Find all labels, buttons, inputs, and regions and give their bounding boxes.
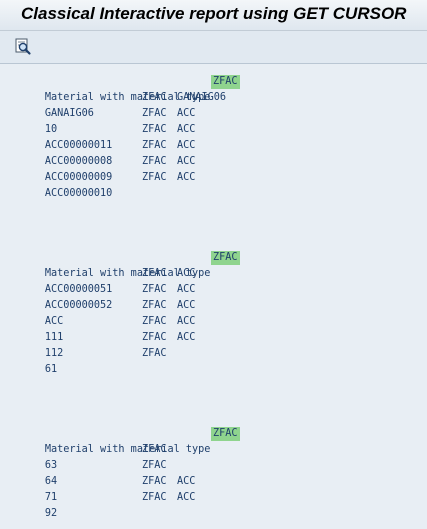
material-type: ZFAC (142, 92, 167, 103)
list-row[interactable]: 61 ZFAC (8, 346, 167, 375)
material-number: 92 (44, 508, 58, 519)
material-extra: ACC (177, 332, 196, 343)
block-header: Material with material type ZFAC (8, 74, 240, 103)
list-row[interactable]: 10 ZFAC ACC (8, 106, 196, 135)
material-type: ZFAC (142, 460, 167, 471)
list-row[interactable]: 63 ZFAC (8, 442, 167, 471)
block-header: Material with material type ZFAC (8, 250, 240, 279)
list-row[interactable]: 92 ZFAC ACC (8, 490, 196, 519)
list-row[interactable]: 71 ZFAC ACC (8, 474, 196, 503)
list-row[interactable]: ACC00000011 ZFAC ACC (8, 122, 196, 151)
header-label: Material with material type (44, 444, 211, 455)
list-row[interactable]: 64 ZFAC (8, 458, 167, 487)
find-icon (12, 37, 34, 57)
report-window: Classical Interactive report using GET C… (0, 0, 427, 529)
material-extra: ACC (177, 284, 196, 295)
material-type: ZFAC (142, 492, 167, 503)
list-row[interactable]: ACC00000009 ZFAC ACC (8, 154, 196, 183)
material-type-hotspot[interactable]: ZFAC (211, 75, 240, 89)
material-number: 61 (44, 364, 58, 375)
material-type: ZFAC (142, 444, 167, 455)
material-extra: ACC (177, 492, 196, 503)
list-row[interactable]: ACC00000052 ZFAC ACC (8, 282, 196, 311)
material-extra: ACC (177, 124, 196, 135)
material-type: ZFAC (142, 316, 167, 327)
material-type: ZFAC (142, 156, 167, 167)
material-extra: ACC (177, 156, 196, 167)
material-extra: GANAIG06 (177, 92, 227, 103)
material-type-hotspot[interactable]: ZFAC (211, 427, 240, 441)
page-title: Classical Interactive report using GET C… (21, 4, 407, 23)
material-extra: ACC (177, 300, 196, 311)
list-row[interactable]: GANAIG06 ZFAC GANAIG06 (8, 90, 226, 119)
application-toolbar (0, 31, 427, 64)
report-list: Material with material type ZFAC GANAIG0… (0, 64, 427, 529)
list-row[interactable]: 111 ZFAC ACC (8, 314, 196, 343)
list-row[interactable]: ACC00000051 ZFAC ACC (8, 266, 196, 295)
material-type: ZFAC (142, 108, 167, 119)
material-type: ZFAC (142, 332, 167, 343)
material-type: ZFAC (142, 172, 167, 183)
find-button[interactable] (12, 37, 34, 57)
material-type: ZFAC (142, 124, 167, 135)
material-type: ZFAC (142, 300, 167, 311)
material-extra: ACC (177, 140, 196, 151)
block-header: Material with material type ZFAC (8, 426, 240, 455)
list-row[interactable]: ACC00000010 ZFAC ACC (8, 170, 196, 199)
material-extra: ACC (177, 108, 196, 119)
material-type: ZFAC (142, 268, 167, 279)
material-type: ZFAC (142, 348, 167, 359)
material-type-hotspot[interactable]: ZFAC (211, 251, 240, 265)
list-row[interactable]: ACC00000008 ZFAC ACC (8, 138, 196, 167)
material-extra: ACC (177, 476, 196, 487)
material-type: ZFAC (142, 140, 167, 151)
list-row[interactable]: ACC ZFAC ACC (8, 298, 196, 327)
material-extra: ACC (177, 316, 196, 327)
list-row[interactable]: 112 ZFAC ACC (8, 330, 196, 359)
title-bar: Classical Interactive report using GET C… (0, 0, 427, 31)
material-number: ACC00000010 (44, 188, 113, 199)
material-type: ZFAC (142, 284, 167, 295)
material-type: ZFAC (142, 476, 167, 487)
material-extra: ACC (177, 268, 196, 279)
material-extra: ACC (177, 172, 196, 183)
